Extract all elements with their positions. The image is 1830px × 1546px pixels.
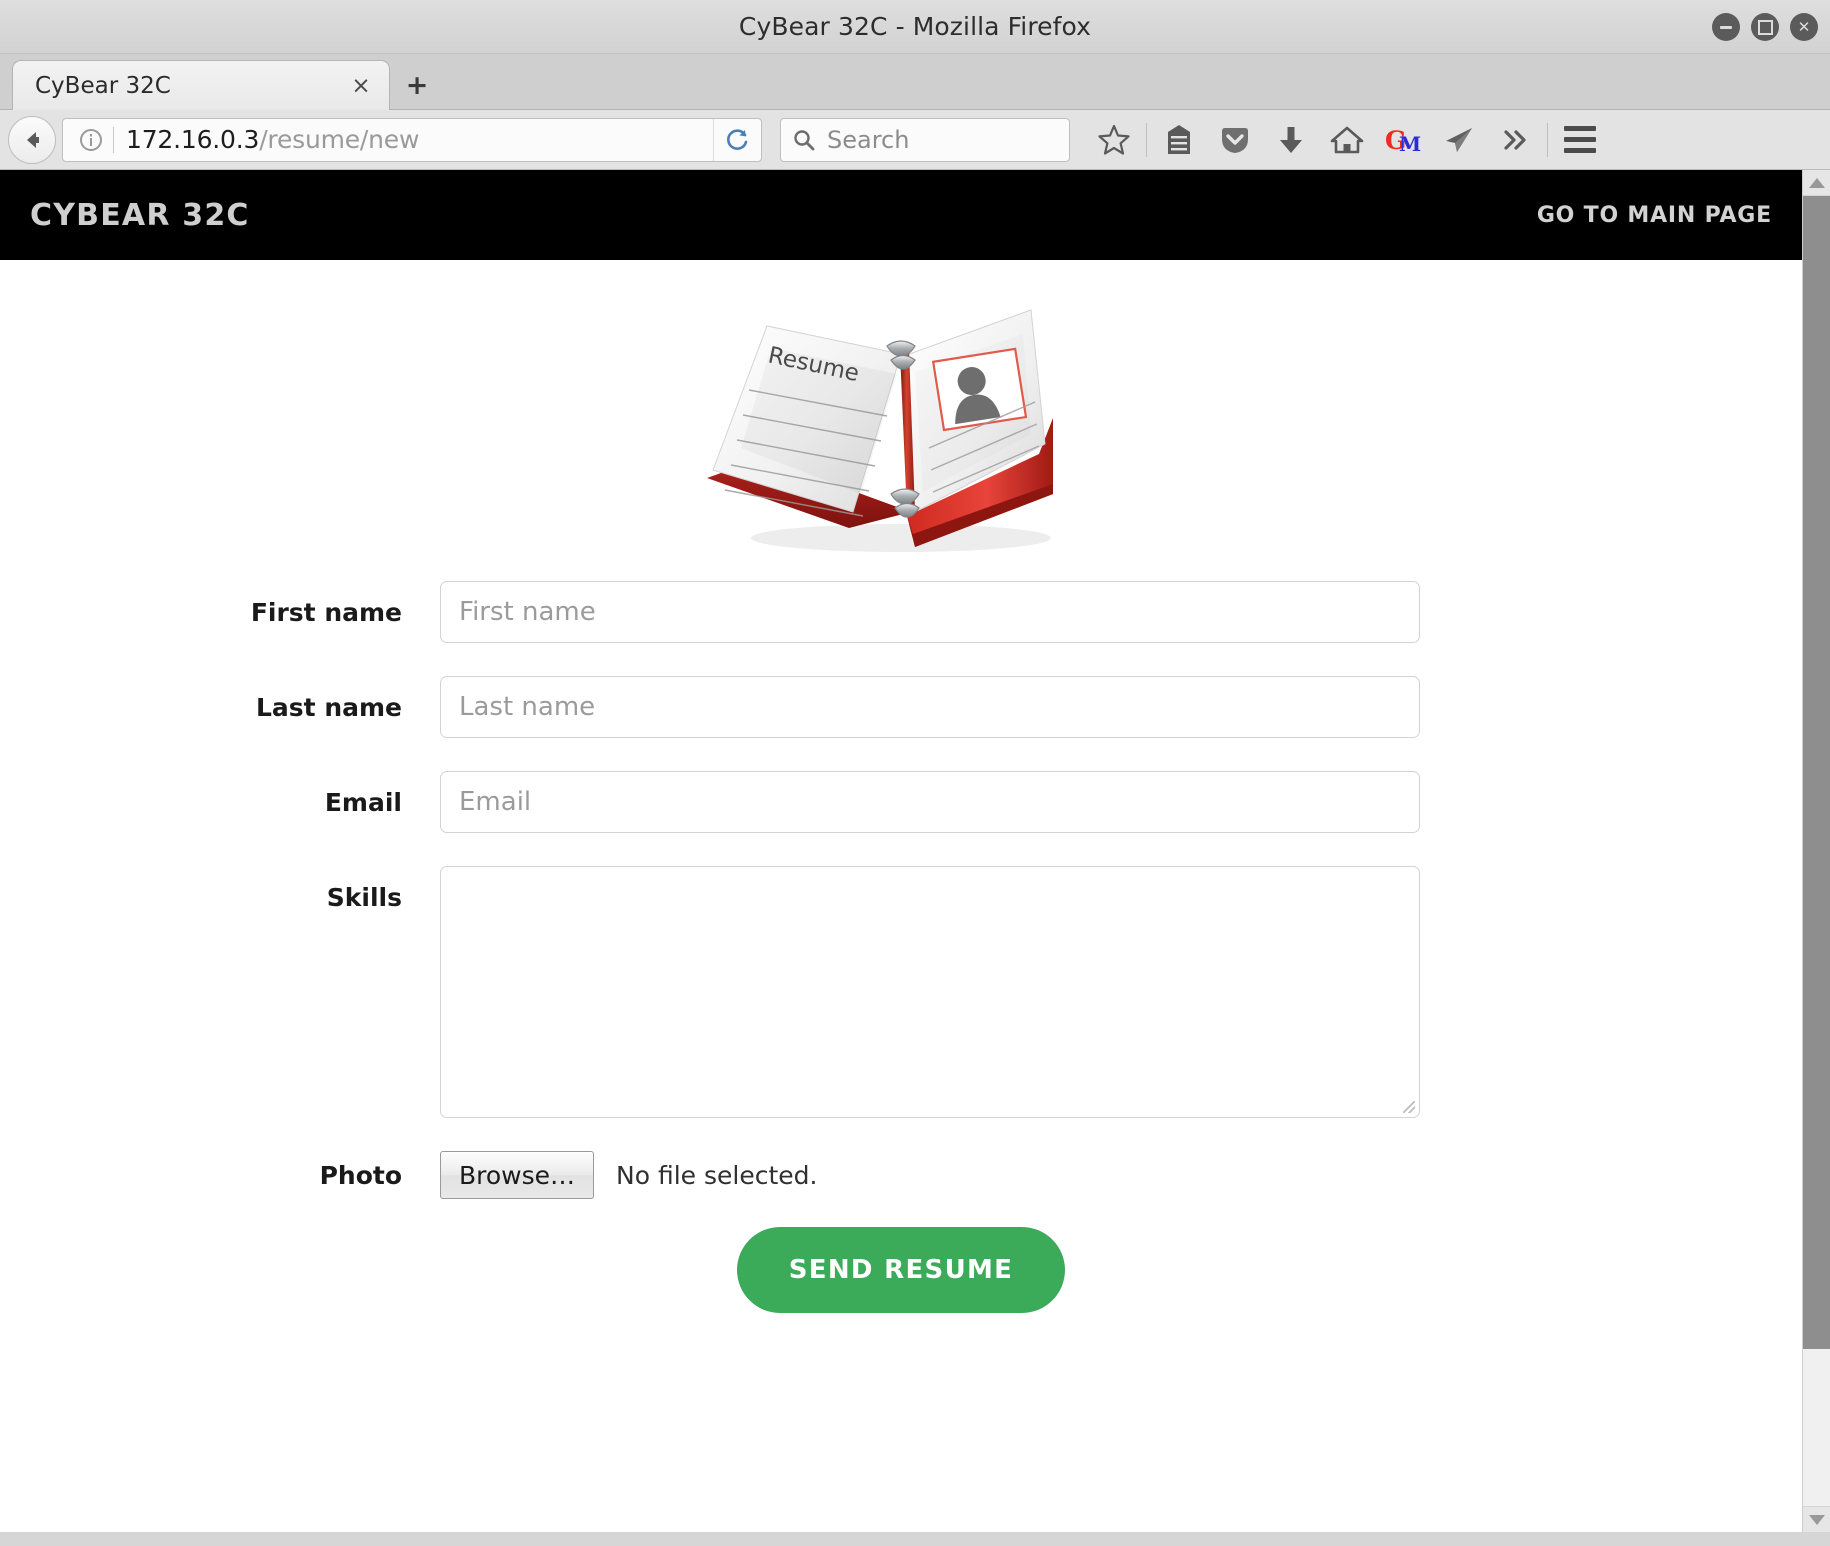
form-row-first-name: First name First name <box>0 581 1802 643</box>
url-bar[interactable]: 172.16.0.3/resume/new <box>62 118 762 162</box>
email-label: Email <box>0 771 440 817</box>
email-input[interactable]: Email <box>440 771 1420 833</box>
library-icon[interactable] <box>1151 116 1207 164</box>
bookmark-star-icon[interactable] <box>1086 116 1142 164</box>
resume-hero-image: Resume <box>0 298 1802 563</box>
file-status-text: No file selected. <box>616 1161 817 1190</box>
browser-viewport: CYBEAR 32C GO TO MAIN PAGE <box>0 170 1830 1532</box>
overflow-chevrons-icon[interactable] <box>1487 116 1543 164</box>
tab-cybear-32c[interactable]: CyBear 32C × <box>12 60 390 110</box>
form-row-skills: Skills <box>0 866 1802 1118</box>
navigation-toolbar: 172.16.0.3/resume/new Search <box>0 110 1830 170</box>
toolbar-divider <box>1146 123 1147 157</box>
page-content: CYBEAR 32C GO TO MAIN PAGE <box>0 170 1802 1532</box>
title-bar: CyBear 32C - Mozilla Firefox <box>0 0 1830 54</box>
scroll-down-arrow-icon <box>1809 1515 1825 1525</box>
minimize-button[interactable] <box>1712 13 1740 41</box>
hamburger-menu-icon[interactable] <box>1552 116 1608 164</box>
back-arrow-icon <box>17 125 47 155</box>
photo-file-input: Browse… No file selected. <box>440 1151 1420 1199</box>
page-scrollbar[interactable] <box>1802 170 1830 1532</box>
identity-info-icon[interactable] <box>77 126 105 154</box>
textarea-resize-handle[interactable] <box>1403 1101 1415 1113</box>
reload-button[interactable] <box>713 119 759 161</box>
form-row-email: Email Email <box>0 771 1802 833</box>
resume-book-icon: Resume <box>701 298 1101 563</box>
last-name-input[interactable]: Last name <box>440 676 1420 738</box>
tab-close-icon[interactable]: × <box>347 72 375 100</box>
toolbar-divider-2 <box>1547 123 1548 157</box>
window-controls <box>1712 0 1818 54</box>
last-name-label: Last name <box>0 676 440 722</box>
window-title: CyBear 32C - Mozilla Firefox <box>739 12 1091 41</box>
tab-strip: CyBear 32C × + <box>0 54 1830 110</box>
search-input[interactable]: Search <box>827 126 909 154</box>
search-bar[interactable]: Search <box>780 118 1070 162</box>
photo-label: Photo <box>0 1161 440 1190</box>
maximize-button[interactable] <box>1751 13 1779 41</box>
page-body: Resume <box>0 260 1802 1313</box>
gmail-icon[interactable]: G M <box>1375 116 1431 164</box>
scroll-up-arrow-icon <box>1809 178 1825 188</box>
browse-button[interactable]: Browse… <box>440 1151 594 1199</box>
toolbar-icons: G M <box>1086 116 1608 164</box>
url-text: 172.16.0.3/resume/new <box>126 125 713 154</box>
scrollbar-track[interactable] <box>1803 196 1830 1506</box>
window-bottom-strip <box>0 1532 1830 1546</box>
site-brand[interactable]: CYBEAR 32C <box>30 198 250 233</box>
url-divider <box>113 127 114 153</box>
form-row-photo: Photo Browse… No file selected. <box>0 1151 1802 1199</box>
search-icon <box>791 127 817 153</box>
downloads-icon[interactable] <box>1263 116 1319 164</box>
scroll-up-button[interactable] <box>1803 170 1830 196</box>
url-path: /resume/new <box>259 125 419 154</box>
skills-textarea[interactable] <box>440 866 1420 1118</box>
first-name-label: First name <box>0 581 440 627</box>
url-host: 172.16.0.3 <box>126 125 259 154</box>
scroll-down-button[interactable] <box>1803 1506 1830 1532</box>
form-row-last-name: Last name Last name <box>0 676 1802 738</box>
go-to-main-page-link[interactable]: GO TO MAIN PAGE <box>1537 203 1772 228</box>
close-button[interactable] <box>1790 13 1818 41</box>
scrollbar-thumb[interactable] <box>1803 196 1830 1349</box>
resume-form: First name First name Last name Last nam… <box>0 581 1802 1313</box>
new-tab-button[interactable]: + <box>394 60 440 110</box>
reload-icon <box>723 126 751 154</box>
svg-text:M: M <box>1399 132 1421 156</box>
site-navbar: CYBEAR 32C GO TO MAIN PAGE <box>0 170 1802 260</box>
skills-label: Skills <box>0 866 440 912</box>
send-icon[interactable] <box>1431 116 1487 164</box>
first-name-input[interactable]: First name <box>440 581 1420 643</box>
submit-row: SEND RESUME <box>0 1227 1802 1313</box>
home-icon[interactable] <box>1319 116 1375 164</box>
send-resume-button[interactable]: SEND RESUME <box>737 1227 1065 1313</box>
pocket-icon[interactable] <box>1207 116 1263 164</box>
browser-window: CyBear 32C - Mozilla Firefox CyBear 32C … <box>0 0 1830 1546</box>
back-button[interactable] <box>8 116 56 164</box>
tab-label: CyBear 32C <box>35 73 347 99</box>
